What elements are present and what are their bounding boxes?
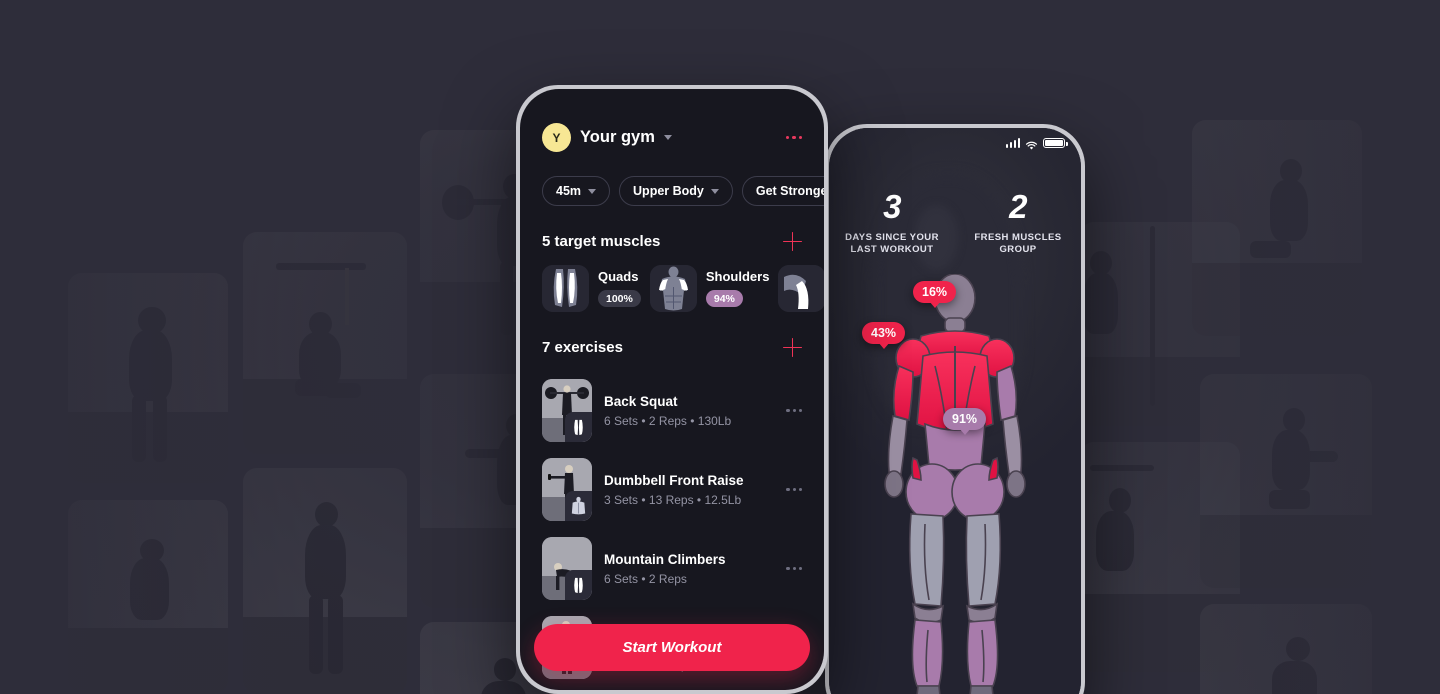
shoulders-muscle-icon xyxy=(649,265,697,312)
filter-pill-duration[interactable]: 45m xyxy=(542,176,611,206)
bg-photo xyxy=(243,232,407,454)
page-title[interactable]: Your gym xyxy=(580,128,655,147)
muscle-body-map[interactable]: 16% 43% 91% xyxy=(855,273,1055,694)
filter-label: 45m xyxy=(556,184,582,198)
bg-photo xyxy=(1200,374,1372,588)
stat-label: FRESH MUSCLES GROUP xyxy=(974,232,1062,256)
avatar[interactable]: Y xyxy=(542,123,571,152)
more-horizontal-icon[interactable] xyxy=(786,408,802,413)
cellular-signal-icon xyxy=(1005,138,1020,148)
chevron-down-icon[interactable] xyxy=(663,135,672,140)
exercise-meta: 3 Sets • 13 Reps • 12.5Lb xyxy=(604,492,742,507)
status-bar xyxy=(1005,138,1068,150)
arm-muscle-icon xyxy=(778,265,824,312)
muscle-card[interactable]: Quads 100% xyxy=(542,265,641,312)
wifi-icon xyxy=(1025,138,1038,150)
filter-pill-bodypart[interactable]: Upper Body xyxy=(619,176,733,206)
exercises-header: 7 exercises xyxy=(520,312,824,357)
shoulders-muscle-icon xyxy=(565,491,592,521)
plus-icon[interactable] xyxy=(783,232,802,251)
muscle-percent-badge: 94% xyxy=(705,290,743,308)
bg-photo xyxy=(243,468,407,694)
exercise-row[interactable]: Dumbbell Front Raise 3 Sets • 13 Reps • … xyxy=(520,450,824,529)
exercise-thumbnail xyxy=(542,537,592,600)
left-phone-device: Y Your gym 45m Upper Body Get Stronger 5… xyxy=(516,85,828,694)
muscle-percent-badge-left-arm[interactable]: 43% xyxy=(862,322,906,344)
bg-photo xyxy=(1200,604,1372,694)
chevron-down-icon xyxy=(588,188,597,194)
bg-photo xyxy=(68,500,228,694)
filter-label: Upper Body xyxy=(633,184,704,198)
start-workout-button[interactable]: Start Workout xyxy=(534,624,810,671)
filter-pill-goal[interactable]: Get Stronger xyxy=(741,176,824,206)
battery-full-icon xyxy=(1043,138,1068,148)
app-header: Y Your gym xyxy=(520,89,824,152)
muscle-percent-badge-glutes[interactable]: 91% xyxy=(943,408,987,430)
plus-icon[interactable] xyxy=(783,338,802,357)
quads-muscle-icon xyxy=(542,265,589,312)
target-muscles-list[interactable]: Quads 100% Shoulders 94% xyxy=(520,251,824,312)
stat-fresh-muscles: 2 FRESH MUSCLES GROUP xyxy=(960,190,1076,256)
stat-value: 2 xyxy=(1009,188,1027,225)
bg-photo xyxy=(1192,120,1362,336)
muscle-card[interactable] xyxy=(778,265,824,312)
more-horizontal-icon[interactable] xyxy=(786,487,802,492)
exercise-row[interactable]: Back Squat 6 Sets • 2 Reps • 130Lb xyxy=(520,371,824,450)
exercise-row[interactable]: Mountain Climbers 6 Sets • 2 Reps xyxy=(520,529,824,608)
stat-value: 3 xyxy=(883,188,901,225)
quads-muscle-icon xyxy=(565,570,592,600)
stat-label: DAYS SINCE YOUR LAST WORKOUT xyxy=(845,232,939,256)
more-horizontal-icon[interactable] xyxy=(786,566,802,571)
filter-pills: 45m Upper Body Get Stronger xyxy=(520,152,824,206)
muscle-name: Shoulders xyxy=(705,268,770,284)
target-muscles-header: 5 target muscles xyxy=(520,206,824,251)
exercise-thumbnail xyxy=(542,458,592,521)
bg-photo xyxy=(68,273,228,483)
exercise-name: Mountain Climbers xyxy=(604,551,726,567)
section-title: 7 exercises xyxy=(542,339,623,356)
muscle-name: Quads xyxy=(598,268,639,284)
exercise-meta: 6 Sets • 2 Reps xyxy=(604,571,687,586)
exercise-thumbnail xyxy=(542,379,592,442)
section-title: 5 target muscles xyxy=(542,233,661,250)
more-horizontal-icon[interactable] xyxy=(785,135,802,140)
muscle-percent-badge-upper-back[interactable]: 16% xyxy=(913,281,957,303)
muscle-card[interactable]: Shoulders 94% xyxy=(649,265,770,312)
exercise-name: Dumbbell Front Raise xyxy=(604,472,744,488)
stat-days-since-workout: 3 DAYS SINCE YOUR LAST WORKOUT xyxy=(834,190,950,256)
right-phone-screen: 3 DAYS SINCE YOUR LAST WORKOUT 2 FRESH M… xyxy=(829,128,1081,694)
filter-label: Get Stronger xyxy=(755,184,824,198)
quads-muscle-icon xyxy=(565,412,592,442)
exercise-name: Back Squat xyxy=(604,393,678,409)
muscle-percent-badge: 100% xyxy=(598,290,641,308)
exercise-meta: 6 Sets • 2 Reps • 130Lb xyxy=(604,413,732,428)
workout-stats: 3 DAYS SINCE YOUR LAST WORKOUT 2 FRESH M… xyxy=(829,190,1081,256)
left-phone-screen: Y Your gym 45m Upper Body Get Stronger 5… xyxy=(520,89,824,690)
right-phone-device: 3 DAYS SINCE YOUR LAST WORKOUT 2 FRESH M… xyxy=(825,124,1085,694)
chevron-down-icon xyxy=(710,188,719,194)
